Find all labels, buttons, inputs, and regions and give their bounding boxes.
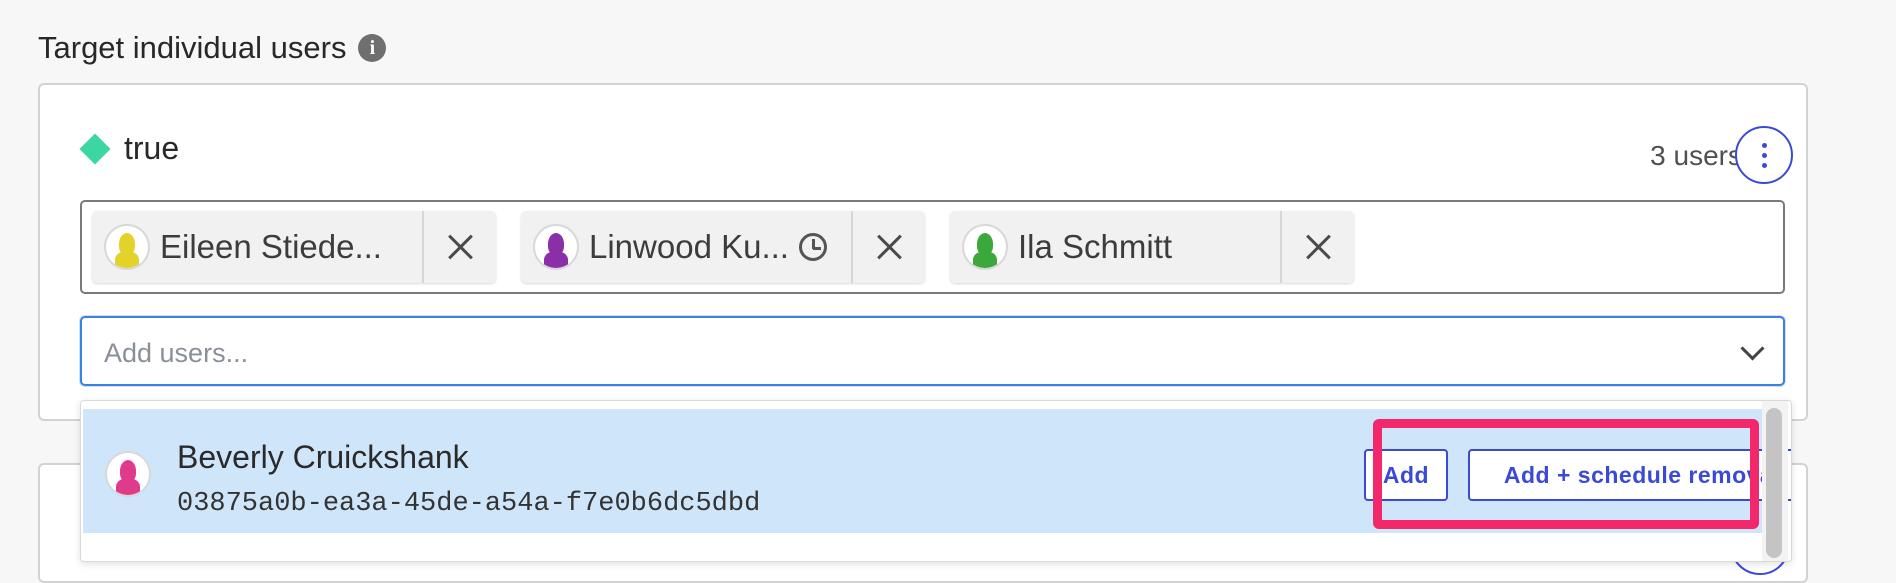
- avatar-body: [544, 252, 568, 268]
- avatar-body: [115, 252, 139, 268]
- chip-name: Eileen Stiede...: [160, 228, 382, 265]
- chevron-down-icon[interactable]: [1740, 336, 1765, 361]
- add-button[interactable]: Add: [1364, 449, 1448, 501]
- user-chip: Linwood Ku...: [521, 211, 925, 283]
- add-users-combobox[interactable]: [80, 316, 1785, 386]
- chip-name: Ila Schmitt: [1018, 228, 1173, 265]
- section-title-text: Target individual users: [38, 30, 347, 65]
- remove-user-button[interactable]: [422, 211, 496, 283]
- kebab-icon-dot: [1761, 152, 1767, 158]
- remove-user-button[interactable]: [1280, 211, 1354, 283]
- option-user-name: Beverly Cruickshank: [177, 439, 469, 475]
- avatar-icon: [105, 451, 151, 497]
- kebab-icon-dot: [1761, 142, 1767, 148]
- close-icon: [1305, 234, 1331, 260]
- info-icon[interactable]: i: [358, 34, 387, 62]
- close-icon: [447, 234, 473, 260]
- chip-name: Linwood Ku...: [589, 228, 789, 265]
- user-count: 3 users: [1650, 140, 1742, 171]
- more-options-button[interactable]: [1735, 126, 1793, 184]
- variation-label: true: [124, 130, 180, 166]
- close-icon: [876, 234, 902, 260]
- user-chip: Eileen Stiede...: [92, 211, 496, 283]
- remove-user-button[interactable]: [851, 211, 925, 283]
- avatar-body: [973, 252, 997, 268]
- dropdown-option[interactable]: Beverly Cruickshank 03875a0b-ea3a-45de-a…: [83, 409, 1791, 533]
- add-users-input[interactable]: [102, 334, 1656, 372]
- avatar-icon: [962, 224, 1008, 270]
- user-chip: Ila Schmitt: [950, 211, 1354, 283]
- section-title: Target individual users i: [38, 30, 387, 66]
- kebab-icon-dot: [1761, 162, 1767, 168]
- avatar-icon: [104, 224, 150, 270]
- clock-icon: [798, 233, 827, 261]
- avatar-icon: [533, 224, 579, 270]
- avatar-body: [116, 479, 140, 495]
- variation-header: true: [79, 130, 180, 167]
- user-dropdown-list: Beverly Cruickshank 03875a0b-ea3a-45de-a…: [80, 400, 1792, 562]
- option-user-id: 03875a0b-ea3a-45de-a54a-f7e0b6dc5dbd: [177, 489, 761, 519]
- add-schedule-removal-button[interactable]: Add + schedule removal: [1468, 449, 1791, 501]
- variation-diamond-icon: [79, 132, 111, 165]
- scrollbar-thumb[interactable]: [1766, 408, 1782, 558]
